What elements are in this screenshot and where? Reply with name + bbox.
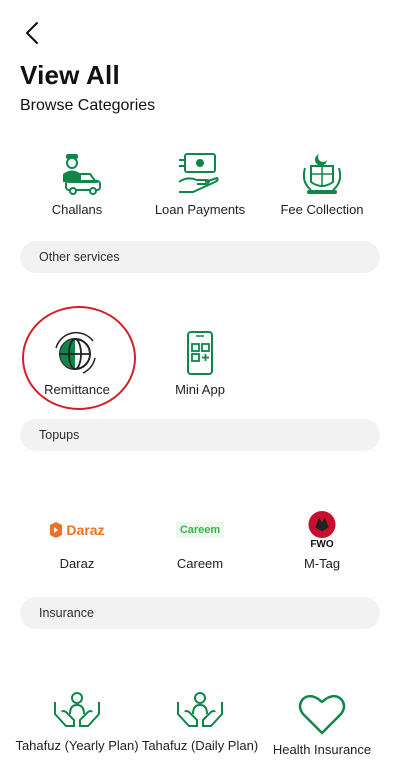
insurance-label: Tahafuz (Daily Plan) xyxy=(141,738,259,753)
chevron-left-icon xyxy=(26,22,38,44)
section-header-topups: Topups xyxy=(20,419,380,451)
heart-icon xyxy=(298,694,346,735)
daraz-logo: Daraz xyxy=(12,510,142,550)
careem-logo: Careem xyxy=(135,510,265,550)
daraz-logo-mark xyxy=(50,522,63,538)
category-label: Fee Collection xyxy=(280,202,364,217)
daraz-logo-text: Daraz xyxy=(66,522,105,538)
category-label: Challans xyxy=(51,202,103,217)
hands-protect-icon xyxy=(177,692,223,727)
topup-m-tag[interactable]: FWO M-Tag xyxy=(257,510,387,571)
fwo-logo-text: FWO xyxy=(310,539,334,550)
emblem-icon xyxy=(302,154,342,194)
topup-careem[interactable]: Careem Careem xyxy=(135,510,265,571)
service-mini-app[interactable]: Mini App xyxy=(135,330,265,397)
topup-daraz[interactable]: Daraz Daraz xyxy=(12,510,142,571)
fwo-emblem-icon xyxy=(308,510,336,539)
back-button[interactable] xyxy=(18,18,46,48)
category-fee-collection[interactable]: Fee Collection xyxy=(257,152,387,217)
category-loan-payments[interactable]: Loan Payments xyxy=(135,152,265,217)
page-subtitle: Browse Categories xyxy=(20,97,156,114)
service-remittance[interactable]: Remittance xyxy=(12,330,142,397)
hands-protect-icon xyxy=(54,692,100,727)
topup-label: Daraz xyxy=(59,556,95,571)
section-header-insurance: Insurance xyxy=(20,597,380,629)
category-label: Loan Payments xyxy=(154,202,246,217)
section-header-other-services: Other services xyxy=(20,241,380,273)
section-title: Topups xyxy=(39,428,80,442)
challan-car-icon xyxy=(63,154,101,195)
insurance-health[interactable]: Health Insurance xyxy=(257,692,387,757)
topup-label: M-Tag xyxy=(303,556,341,571)
insurance-tahafuz-daily[interactable]: Tahafuz (Daily Plan) xyxy=(135,690,265,753)
section-title: Insurance xyxy=(39,606,94,620)
service-label: Remittance xyxy=(44,382,110,397)
insurance-tahafuz-yearly[interactable]: Tahafuz (Yearly Plan) xyxy=(12,690,142,753)
mobile-app-icon xyxy=(187,331,213,375)
page-title: View All xyxy=(20,60,120,90)
insurance-label: Tahafuz (Yearly Plan) xyxy=(15,738,139,753)
globe-icon xyxy=(55,331,96,374)
loan-payment-icon xyxy=(178,153,219,193)
careem-logo-text: Careem xyxy=(175,522,225,538)
section-title: Other services xyxy=(39,250,120,264)
fwo-logo: FWO xyxy=(257,510,387,550)
service-label: Mini App xyxy=(175,382,225,397)
topup-label: Careem xyxy=(176,556,224,571)
insurance-label: Health Insurance xyxy=(272,742,372,757)
category-challans[interactable]: Challans xyxy=(12,152,142,217)
